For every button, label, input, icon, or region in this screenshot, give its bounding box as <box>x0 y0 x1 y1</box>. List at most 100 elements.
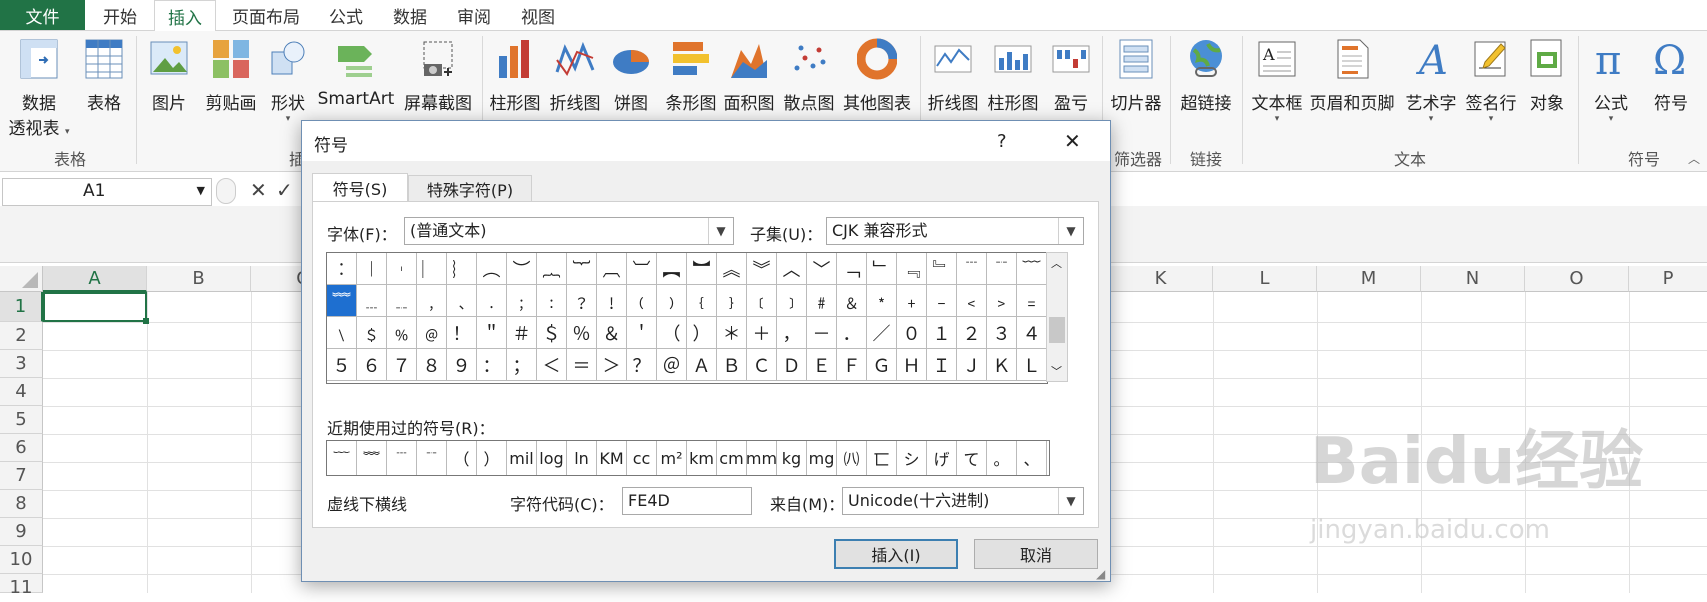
line-chart-button[interactable]: 折线图 <box>546 38 604 114</box>
symbol-grid-scrollbar[interactable]: ︿ ﹀ <box>1046 252 1068 382</box>
recent-symbol-cell[interactable]: ln <box>567 441 597 475</box>
symbol-cell[interactable]: Ｋ <box>987 349 1017 381</box>
scatter-chart-button[interactable]: 散点图 <box>780 38 838 114</box>
symbol-cell[interactable]: ︾ <box>747 253 777 285</box>
symbol-cell[interactable]: ︺ <box>627 253 657 285</box>
font-select[interactable]: (普通文本) ▼ <box>404 217 734 245</box>
bar-chart-button[interactable]: 条形图 <box>660 38 722 114</box>
symbol-cell[interactable]: ＜ <box>537 349 567 381</box>
symbol-cell[interactable]: Ｂ <box>717 349 747 381</box>
tab-review[interactable]: 审阅 <box>446 0 502 30</box>
symbol-cell[interactable]: ︷ <box>537 253 567 285</box>
tab-page-layout[interactable]: 页面布局 <box>222 0 310 30</box>
symbol-cell[interactable]: ％ <box>567 317 597 349</box>
from-select[interactable]: Unicode(十六进制) ▼ <box>842 487 1084 515</box>
row-header-11[interactable]: 11 <box>0 574 43 598</box>
symbol-cell[interactable]: ︻ <box>657 253 687 285</box>
symbol-cell[interactable]: ﹞ <box>777 285 807 317</box>
row-header-6[interactable]: 6 <box>0 434 43 462</box>
symbol-cell[interactable]: ＄ <box>537 317 567 349</box>
wordart-button[interactable]: A 艺术字 ▾ <box>1400 38 1462 124</box>
symbol-cell[interactable]: ＊ <box>717 317 747 349</box>
enter-icon[interactable]: ✓ <box>276 178 293 202</box>
row-header-3[interactable]: 3 <box>0 350 43 378</box>
tab-insert[interactable]: 插入 <box>154 0 216 32</box>
column-header-a[interactable]: A <box>43 266 147 292</box>
symbol-cell[interactable]: ﹙ <box>627 285 657 317</box>
symbol-cell[interactable]: ： <box>477 349 507 381</box>
symbol-cell[interactable]: ﹐ <box>417 285 447 317</box>
dropdown-arrow-icon[interactable]: ▼ <box>197 184 205 197</box>
symbol-cell[interactable]: － <box>807 317 837 349</box>
help-icon[interactable]: ? <box>997 131 1007 152</box>
sparkline-line-button[interactable]: 折线图 <box>924 38 982 114</box>
symbol-cell[interactable]: ﹨ <box>327 317 357 349</box>
clip-art-button[interactable]: 剪贴画 <box>200 38 262 114</box>
symbol-cell[interactable]: ６ <box>357 349 387 381</box>
symbol-cell[interactable]: ﹑ <box>447 285 477 317</box>
column-header-p[interactable]: P <box>1629 266 1707 292</box>
column-header-o[interactable]: O <box>1525 266 1629 292</box>
symbol-cell[interactable]: Ｃ <box>747 349 777 381</box>
select-all-corner[interactable] <box>0 266 43 292</box>
symbol-cell[interactable]: ﹡ <box>867 285 897 317</box>
character-code-input[interactable]: FE4D <box>622 487 752 515</box>
symbol-cell[interactable]: ︸ <box>567 253 597 285</box>
recent-symbol-cell[interactable]: cm <box>717 441 747 475</box>
recent-symbol-cell[interactable]: mil <box>507 441 537 475</box>
symbol-cell[interactable]: Ｅ <box>807 349 837 381</box>
column-header-b[interactable]: B <box>147 266 251 292</box>
row-header-4[interactable]: 4 <box>0 378 43 406</box>
symbol-cell[interactable]: Ｉ <box>927 349 957 381</box>
sparkline-column-button[interactable]: 柱形图 <box>984 38 1042 114</box>
symbol-cell[interactable]: ／ <box>867 317 897 349</box>
symbol-cell[interactable]: ︳ <box>417 253 447 285</box>
subset-select[interactable]: CJK 兼容形式 ▼ <box>826 217 1084 245</box>
column-header-m[interactable]: M <box>1317 266 1421 292</box>
symbol-cell[interactable]: ＞ <box>597 349 627 381</box>
recent-symbol-cell[interactable]: KM <box>597 441 627 475</box>
symbol-cell[interactable]: ︴ <box>447 253 477 285</box>
symbol-cell[interactable]: ， <box>777 317 807 349</box>
symbol-cell[interactable]: ︹ <box>597 253 627 285</box>
symbol-cell[interactable]: ＠ <box>657 349 687 381</box>
symbol-cell[interactable]: ？ <box>627 349 657 381</box>
symbol-cell[interactable]: ﹀ <box>807 253 837 285</box>
insert-button[interactable]: 插入(I) <box>834 539 958 569</box>
tab-formulas[interactable]: 公式 <box>318 0 374 30</box>
symbol-cell[interactable]: Ｄ <box>777 349 807 381</box>
symbol-cell[interactable]: Ａ <box>687 349 717 381</box>
symbol-cell[interactable]: ﹩ <box>357 317 387 349</box>
symbol-cell[interactable]: ﹁ <box>837 253 867 285</box>
symbol-cell[interactable]: Ｌ <box>1017 349 1047 381</box>
recent-symbol-cell[interactable]: ﹊ <box>417 441 447 475</box>
recent-symbol-cell[interactable]: mg <box>807 441 837 475</box>
symbol-cell[interactable]: ︶ <box>507 253 537 285</box>
recent-symbol-cell[interactable]: て <box>957 441 987 475</box>
symbol-cell[interactable]: ＃ <box>507 317 537 349</box>
recent-symbol-cell[interactable]: cc <box>627 441 657 475</box>
collapse-ribbon-icon[interactable]: ︿ <box>1688 150 1700 167</box>
symbol-cell[interactable]: Ｇ <box>867 349 897 381</box>
tab-view[interactable]: 视图 <box>510 0 566 30</box>
symbol-cell[interactable]: ﹒ <box>477 285 507 317</box>
symbol-cell[interactable]: ＋ <box>747 317 777 349</box>
symbol-cell[interactable]: ︰ <box>327 253 357 285</box>
recent-symbol-cell[interactable]: km <box>687 441 717 475</box>
recent-symbol-cell[interactable]: シ <box>897 441 927 475</box>
column-chart-button[interactable]: 柱形图 <box>486 38 544 114</box>
symbol-cell[interactable]: ﹉ <box>957 253 987 285</box>
row-header-9[interactable]: 9 <box>0 518 43 546</box>
table-button[interactable]: 表格 <box>78 38 130 114</box>
picture-button[interactable]: 图片 <box>144 38 194 114</box>
symbol-cell[interactable]: ﹎ <box>387 285 417 317</box>
symbol-cell[interactable]: ﹟ <box>807 285 837 317</box>
slicer-button[interactable]: 切片器 <box>1106 38 1166 114</box>
shapes-button[interactable]: 形状 ▾ <box>266 38 310 124</box>
hyperlink-button[interactable]: 超链接 <box>1174 38 1238 114</box>
symbol-cell[interactable]: ︵ <box>477 253 507 285</box>
pie-chart-button[interactable]: 饼图 <box>606 38 656 114</box>
symbol-cell[interactable]: ﹣ <box>927 285 957 317</box>
symbol-cell[interactable]: ＆ <box>597 317 627 349</box>
symbol-cell[interactable]: ９ <box>447 349 477 381</box>
